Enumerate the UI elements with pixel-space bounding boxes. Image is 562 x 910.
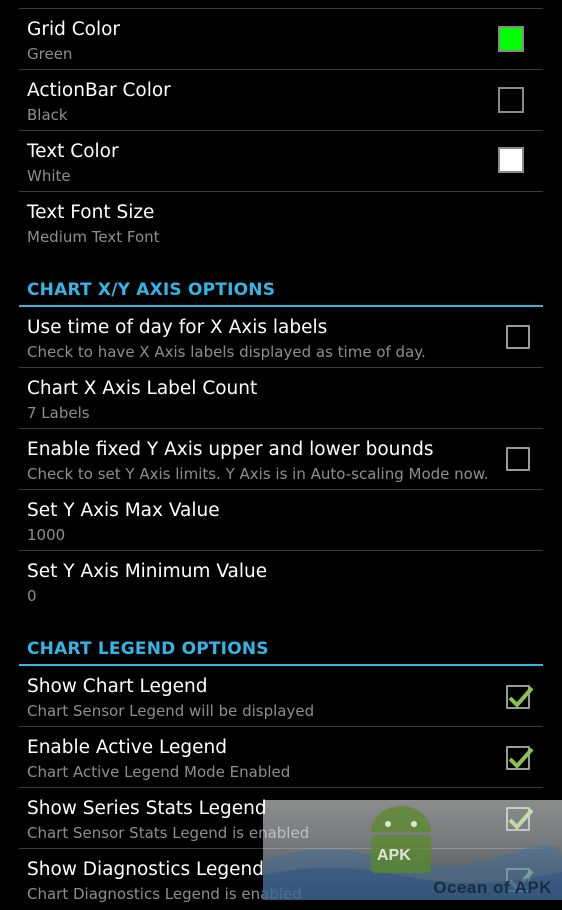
pref-active-legend[interactable]: Enable Active Legend Chart Active Legend… xyxy=(19,727,543,788)
pref-summary: Black xyxy=(27,106,68,124)
pref-summary: Medium Text Font xyxy=(27,228,160,246)
pref-title: Enable Active Legend xyxy=(27,737,227,758)
pref-title: Chart X Axis Label Count xyxy=(27,378,258,399)
section-title: CHART X/Y AXIS OPTIONS xyxy=(27,280,276,300)
pref-fixed-y-bounds[interactable]: Enable fixed Y Axis upper and lower boun… xyxy=(19,429,543,490)
pref-x-label-count[interactable]: Chart X Axis Label Count 7 Labels xyxy=(19,368,543,429)
pref-y-max[interactable]: Set Y Axis Max Value 1000 xyxy=(19,490,543,551)
check-icon xyxy=(508,686,534,708)
checkbox[interactable] xyxy=(506,325,530,349)
pref-summary: White xyxy=(27,167,71,185)
pref-title: Set Y Axis Max Value xyxy=(27,500,220,521)
pref-summary: 7 Labels xyxy=(27,404,90,422)
pref-summary: 0 xyxy=(27,587,37,605)
check-icon xyxy=(508,747,534,769)
pref-title: Set Y Axis Minimum Value xyxy=(27,561,268,582)
pref-y-min[interactable]: Set Y Axis Minimum Value 0 xyxy=(19,551,543,613)
pref-title: Text Color xyxy=(27,141,119,162)
checkbox-checked[interactable] xyxy=(506,746,534,770)
svg-text:APK: APK xyxy=(377,847,411,864)
color-swatch-green xyxy=(498,26,524,52)
pref-title: Show Series Stats Legend xyxy=(27,798,267,819)
pref-title: Grid Color xyxy=(27,19,121,40)
pref-show-legend[interactable]: Show Chart Legend Chart Sensor Legend wi… xyxy=(19,666,543,727)
watermark-text: Ocean of APK xyxy=(433,878,552,897)
pref-title: Use time of day for X Axis labels xyxy=(27,317,328,338)
pref-summary: Chart Sensor Legend will be displayed xyxy=(27,702,315,720)
pref-summary: Check to have X Axis labels displayed as… xyxy=(27,343,426,361)
pref-grid-color[interactable]: Grid Color Green xyxy=(19,9,543,70)
pref-time-of-day[interactable]: Use time of day for X Axis labels Check … xyxy=(19,307,543,368)
pref-text-color[interactable]: Text Color White xyxy=(19,131,543,192)
pref-summary: Check to set Y Axis limits. Y Axis is in… xyxy=(27,465,489,483)
checkbox-checked[interactable] xyxy=(506,685,534,709)
pref-summary: 1000 xyxy=(27,526,66,544)
pref-title: Show Chart Legend xyxy=(27,676,208,697)
pref-summary: Chart Active Legend Mode Enabled xyxy=(27,763,291,781)
section-title: CHART LEGEND OPTIONS xyxy=(27,639,269,659)
section-header-legend: CHART LEGEND OPTIONS xyxy=(19,631,543,666)
pref-title: Text Font Size xyxy=(27,202,155,223)
pref-text-font-size[interactable]: Text Font Size Medium Text Font xyxy=(19,192,543,254)
pref-actionbar-color[interactable]: ActionBar Color Black xyxy=(19,70,543,131)
pref-title: ActionBar Color xyxy=(27,80,171,101)
checkbox[interactable] xyxy=(506,447,530,471)
pref-title: Show Diagnostics Legend xyxy=(27,859,264,880)
section-header-axis: CHART X/Y AXIS OPTIONS xyxy=(19,272,543,307)
watermark: APK Ocean of APK xyxy=(263,800,562,900)
color-swatch-black xyxy=(498,87,524,113)
pref-summary: Green xyxy=(27,45,73,63)
color-swatch-white xyxy=(498,147,524,173)
pref-summary: Chart Diagnostics Legend is enabled xyxy=(27,885,302,903)
pref-title: Enable fixed Y Axis upper and lower boun… xyxy=(27,439,434,460)
